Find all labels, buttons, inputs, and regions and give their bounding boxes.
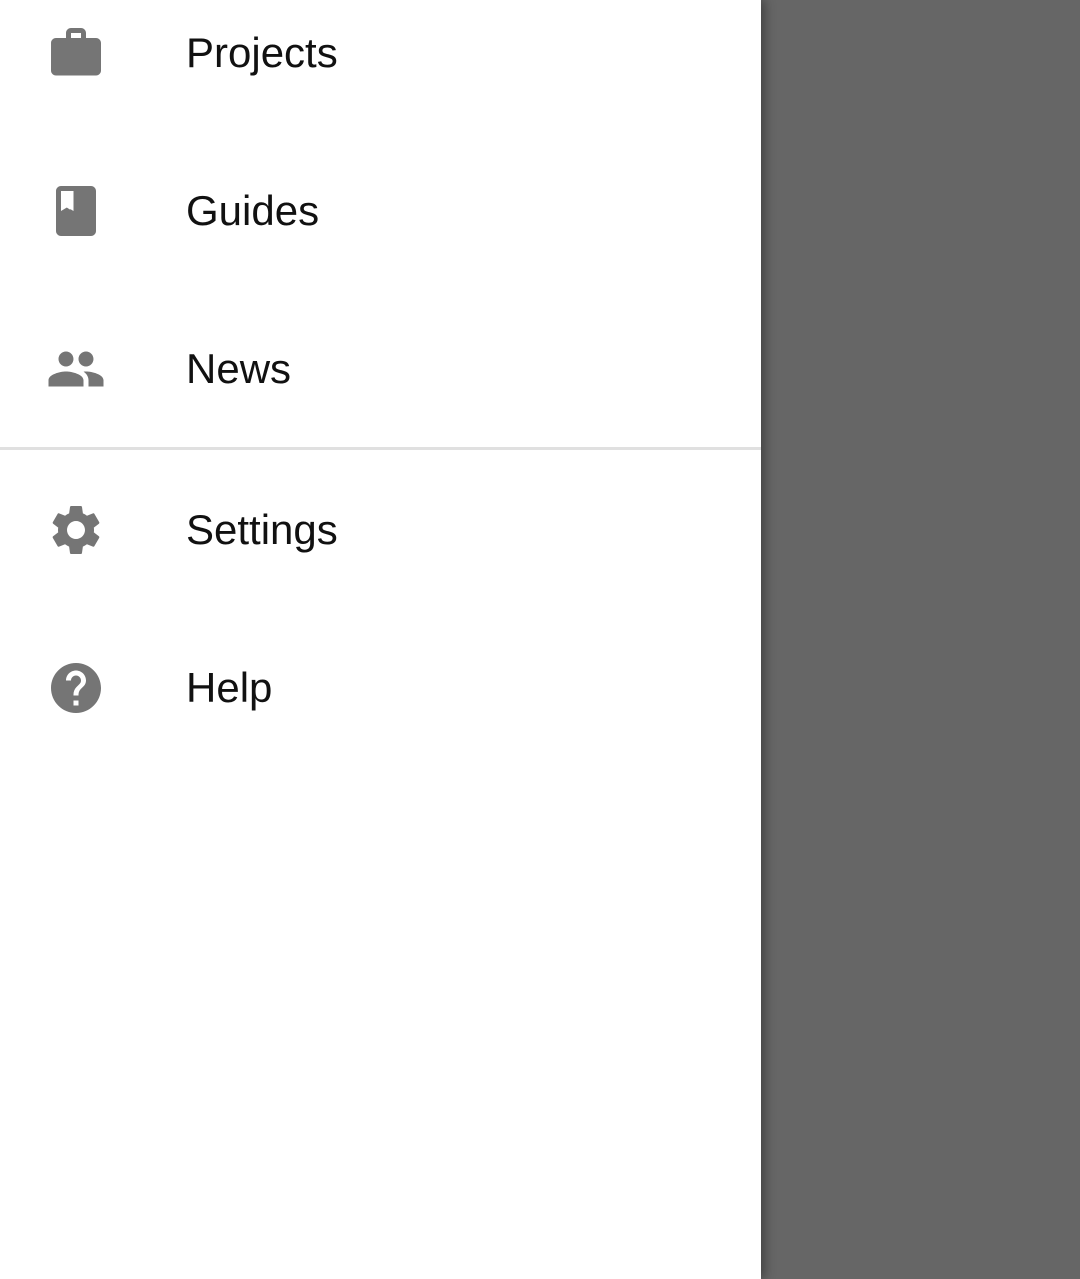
drawer-item-settings[interactable]: Settings [0, 451, 761, 609]
drawer-item-label: Help [186, 664, 273, 711]
drawer-item-label: Guides [186, 187, 320, 234]
help-circle-icon [46, 658, 106, 718]
gear-icon [46, 500, 106, 560]
drawer-scrim[interactable] [761, 0, 1080, 1279]
drawer-item-label: Projects [186, 29, 338, 76]
briefcase-icon [46, 23, 106, 83]
drawer-divider [0, 447, 761, 450]
drawer-item-projects[interactable]: Projects [0, 0, 761, 132]
people-icon [46, 339, 106, 399]
drawer-item-guides[interactable]: Guides [0, 132, 761, 290]
drawer-item-label: News [186, 345, 292, 392]
drawer-item-help[interactable]: Help [0, 609, 761, 767]
drawer-item-label: Settings [186, 506, 338, 553]
book-icon [46, 181, 106, 241]
navigation-drawer: Projects Guides News Settings Help [0, 0, 761, 1279]
drawer-item-news[interactable]: News [0, 290, 761, 448]
